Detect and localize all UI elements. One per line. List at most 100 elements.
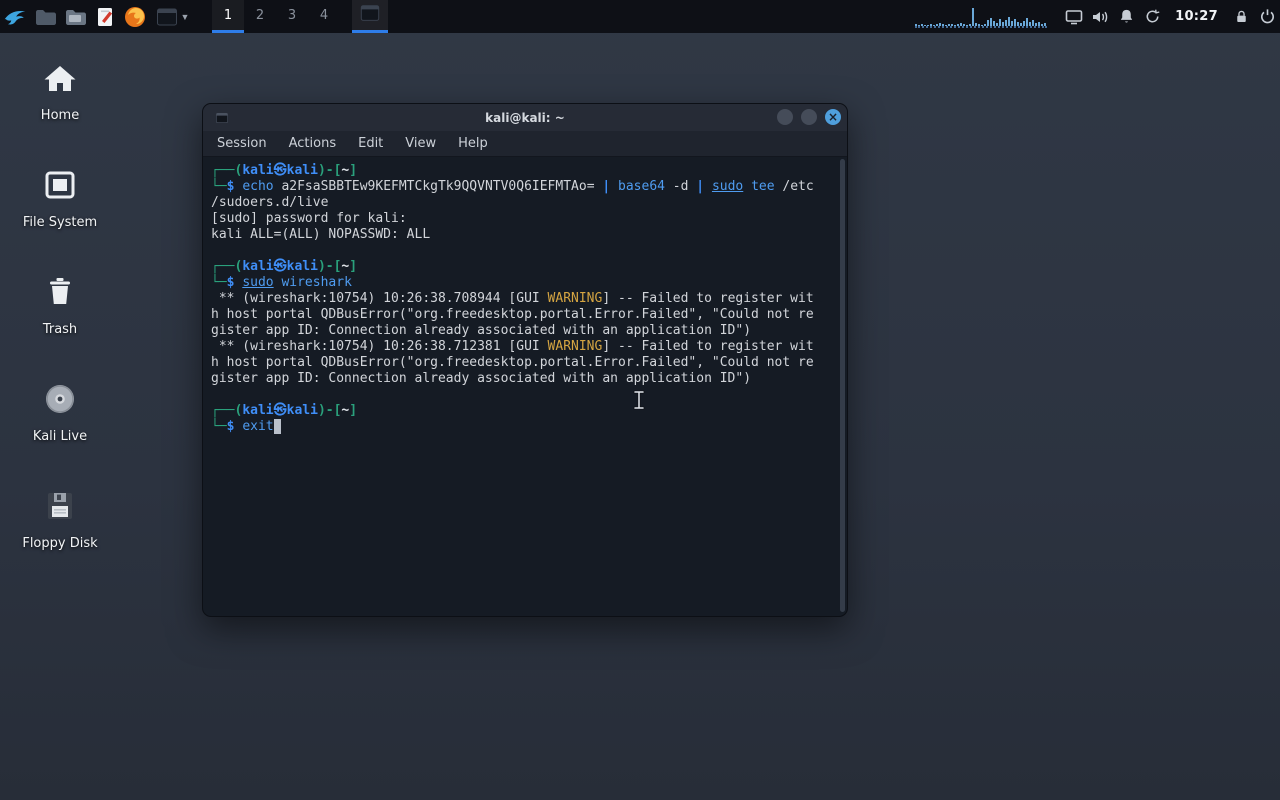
terminal-icon xyxy=(155,5,179,29)
desktop-icon-label: Floppy Disk xyxy=(22,536,97,551)
cpu-bar xyxy=(1011,21,1013,26)
cpu-bar xyxy=(927,25,929,26)
cpu-bar xyxy=(933,25,935,26)
cpu-bar xyxy=(984,24,986,26)
menu-help[interactable]: Help xyxy=(458,136,488,151)
terminal-line: └─$ echo a2FsaSBBTEw9KEFMTCkgTk9QQVNTV0Q… xyxy=(211,179,839,195)
minimize-button[interactable] xyxy=(777,109,793,125)
terminal-line: ** (wireshark:10754) 10:26:38.708944 [GU… xyxy=(211,291,839,307)
desktop-icon-label: Trash xyxy=(43,322,77,337)
cpu-bar xyxy=(957,24,959,26)
cpu-bar xyxy=(1020,23,1022,26)
cpu-bar xyxy=(1023,21,1025,26)
cpu-bar xyxy=(969,24,971,26)
cpu-bar xyxy=(1017,22,1019,26)
terminal-scrollbar[interactable] xyxy=(839,157,846,614)
applications-menu-button[interactable] xyxy=(0,0,30,33)
terminal-line: ** (wireshark:10754) 10:26:38.712381 [GU… xyxy=(211,339,839,355)
panel-right: 10:27 xyxy=(915,0,1280,33)
cpu-bar xyxy=(915,24,917,26)
desktop: ▼ 1234 10:27 xyxy=(0,0,1280,800)
desktop-icon-home[interactable]: Home xyxy=(8,48,112,155)
folder-light-icon xyxy=(63,5,87,29)
text-editor-launcher[interactable] xyxy=(90,0,120,33)
desktop-icon-file-system[interactable]: File System xyxy=(8,155,112,262)
update-icon[interactable] xyxy=(1139,0,1165,33)
cpu-bar xyxy=(987,20,989,26)
workspace-2[interactable]: 2 xyxy=(244,0,276,33)
desktop-icons: HomeFile System Trash Kali Live Floppy Disk xyxy=(8,48,112,583)
cpu-bar xyxy=(930,24,932,26)
workspace-4[interactable]: 4 xyxy=(308,0,340,33)
documents-launcher[interactable] xyxy=(60,0,90,33)
terminal-app-icon xyxy=(215,111,229,125)
cpu-bar xyxy=(1038,22,1040,26)
cpu-bar xyxy=(981,25,983,26)
terminal-line: h host portal QDBusError("org.freedeskto… xyxy=(211,307,839,323)
terminal-window: kali@kali: ~ × Session Actions Edit View Hel… xyxy=(202,103,848,617)
home-icon xyxy=(38,56,82,100)
terminal-output[interactable]: ┌──(kali㉿kali)-[~]└─$ echo a2FsaSBBTEw9K… xyxy=(203,157,839,616)
taskbar-window-terminal[interactable] xyxy=(352,0,388,33)
terminal-line: /sudoers.d/live xyxy=(211,195,839,211)
workspace-switcher: 1234 xyxy=(212,0,340,33)
cpu-bar xyxy=(993,21,995,26)
maximize-button[interactable] xyxy=(801,109,817,125)
terminal-line xyxy=(211,387,839,403)
terminal-launcher[interactable]: ▼ xyxy=(150,0,194,33)
close-button[interactable]: × xyxy=(825,109,841,125)
cpu-bar xyxy=(1044,23,1046,26)
workspace-1[interactable]: 1 xyxy=(212,0,244,33)
cpu-bar xyxy=(1005,20,1007,26)
display-icon[interactable] xyxy=(1061,0,1087,33)
terminal-line: └─$ sudo wireshark xyxy=(211,275,839,291)
chevron-down-icon: ▼ xyxy=(181,12,190,22)
kali-logo-icon xyxy=(2,4,28,30)
scrollbar-thumb[interactable] xyxy=(840,159,845,612)
desktop-icon-floppy-disk[interactable]: Floppy Disk xyxy=(8,476,112,583)
cpu-bar xyxy=(1029,22,1031,26)
cpu-bar xyxy=(1035,23,1037,26)
cpu-bar xyxy=(999,19,1001,26)
menu-edit[interactable]: Edit xyxy=(358,136,383,151)
terminal-line: gister app ID: Connection already associ… xyxy=(211,323,839,339)
cpu-bar xyxy=(921,24,923,26)
clock[interactable]: 10:27 xyxy=(1165,9,1228,24)
file-system-icon xyxy=(38,163,82,207)
cpu-bar xyxy=(966,25,968,26)
menu-actions[interactable]: Actions xyxy=(289,136,337,151)
cpu-bar xyxy=(1032,20,1034,26)
terminal-line: ┌──(kali㉿kali)-[~] xyxy=(211,259,839,275)
floppy-icon xyxy=(38,484,82,528)
cpu-bar xyxy=(978,24,980,26)
cpu-bar xyxy=(918,25,920,26)
file-manager-launcher[interactable] xyxy=(30,0,60,33)
power-icon[interactable] xyxy=(1254,0,1280,33)
cpu-bar xyxy=(945,25,947,26)
cpu-bar xyxy=(975,23,977,26)
panel-left: ▼ 1234 xyxy=(0,0,388,33)
firefox-launcher[interactable] xyxy=(120,0,150,33)
cpu-graph[interactable] xyxy=(915,6,1047,28)
desktop-icon-trash[interactable]: Trash xyxy=(8,262,112,369)
cpu-bar xyxy=(960,23,962,26)
menu-view[interactable]: View xyxy=(405,136,436,151)
volume-icon[interactable] xyxy=(1087,0,1113,33)
desktop-icon-label: Kali Live xyxy=(33,429,87,444)
cpu-bar xyxy=(924,25,926,26)
workspace-3[interactable]: 3 xyxy=(276,0,308,33)
desktop-icon-kali-live[interactable]: Kali Live xyxy=(8,369,112,476)
terminal-line: ┌──(kali㉿kali)-[~] xyxy=(211,403,839,419)
cpu-bar xyxy=(1041,24,1043,26)
lock-icon[interactable] xyxy=(1228,0,1254,33)
terminal-titlebar[interactable]: kali@kali: ~ × xyxy=(203,104,847,131)
notifications-icon[interactable] xyxy=(1113,0,1139,33)
menu-session[interactable]: Session xyxy=(217,136,267,151)
terminal-line: kali ALL=(ALL) NOPASSWD: ALL xyxy=(211,227,839,243)
cpu-bar xyxy=(939,23,941,26)
disc-icon xyxy=(38,377,82,421)
terminal-line: ┌──(kali㉿kali)-[~] xyxy=(211,163,839,179)
mouse-cursor xyxy=(632,390,646,414)
folder-icon xyxy=(33,5,57,29)
cpu-bar xyxy=(951,24,953,26)
